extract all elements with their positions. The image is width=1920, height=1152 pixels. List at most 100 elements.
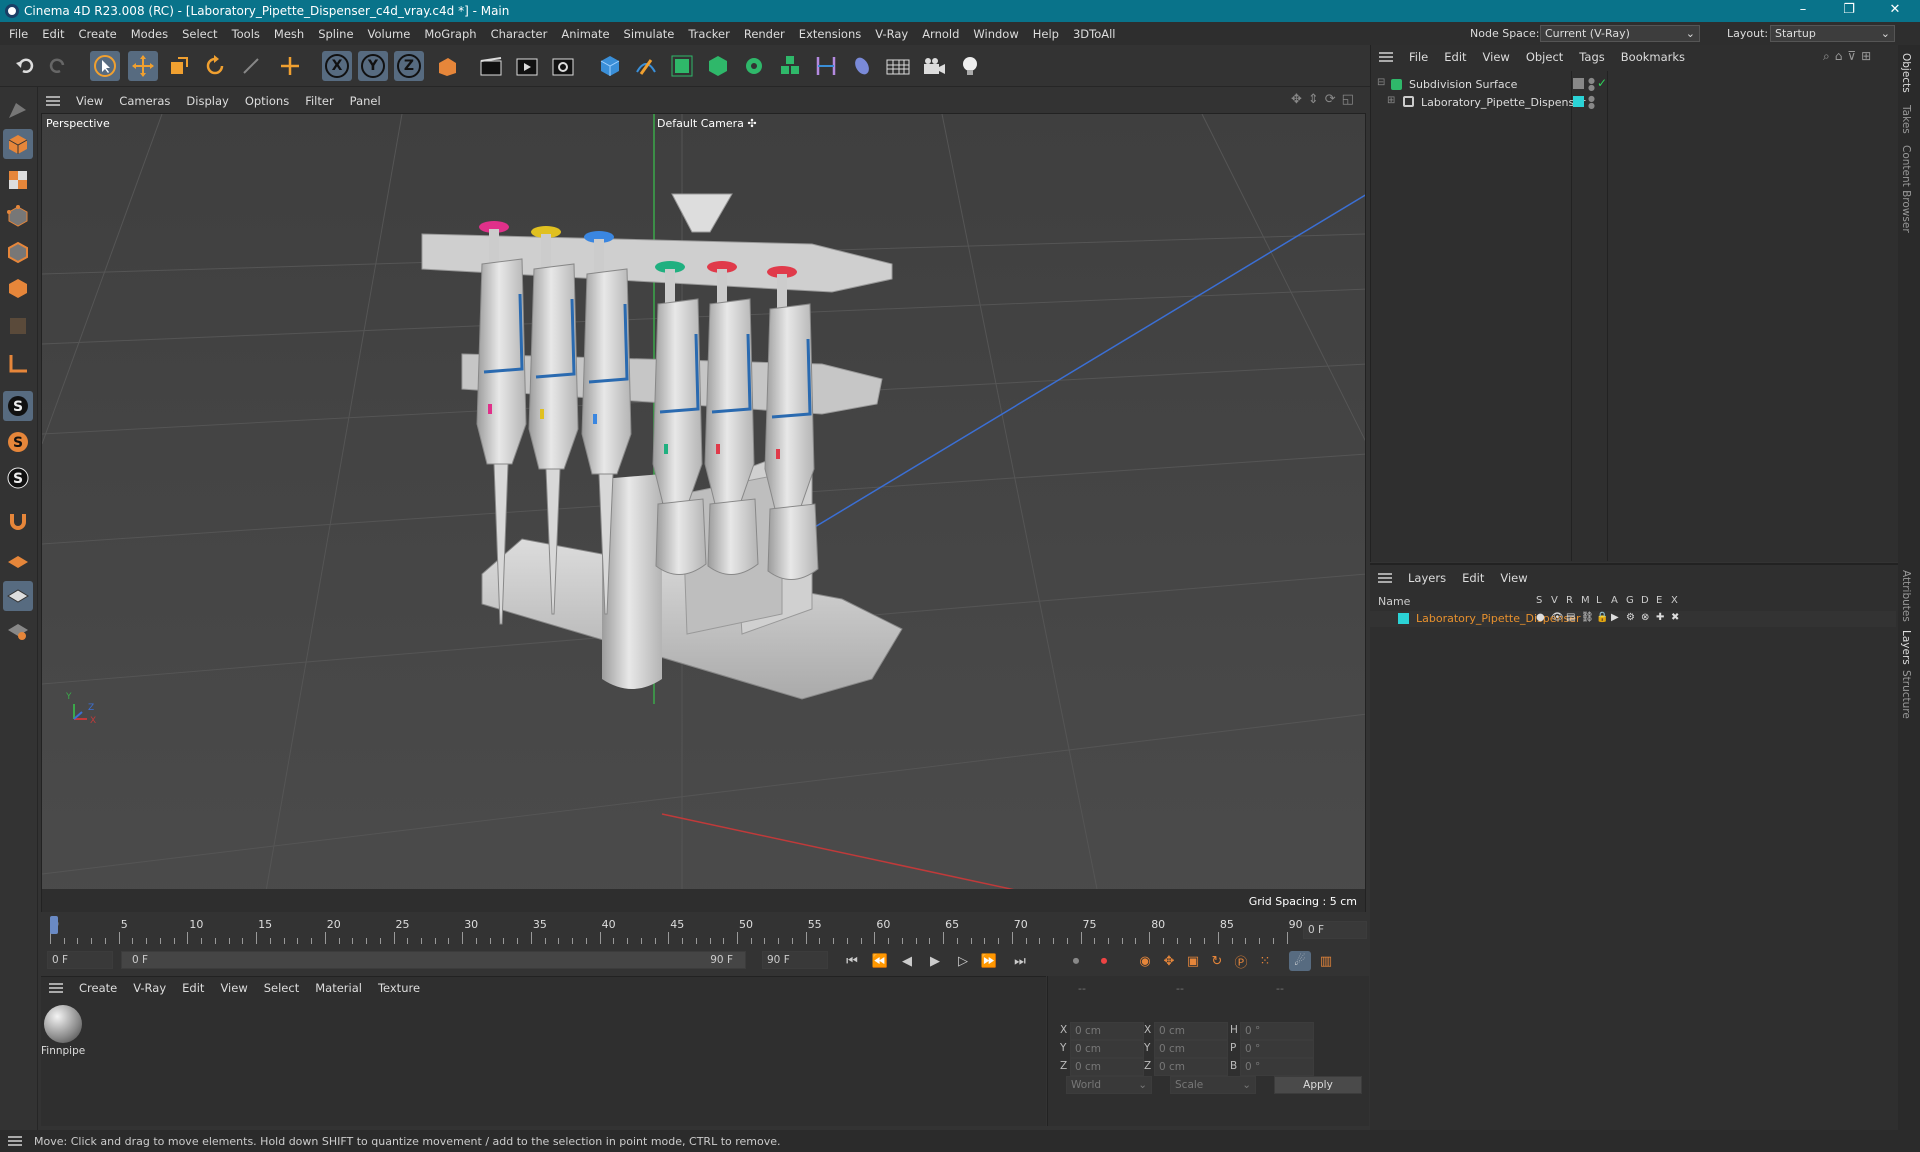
extrude-button[interactable] bbox=[703, 51, 733, 81]
enabled-check-icon[interactable]: ✓ bbox=[1597, 76, 1607, 90]
layer-menu-edit[interactable]: Edit bbox=[1454, 571, 1492, 585]
layer-col-l[interactable]: L bbox=[1596, 595, 1602, 606]
close-button[interactable]: ✕ bbox=[1872, 0, 1918, 22]
cube-button[interactable] bbox=[595, 51, 625, 81]
z-axis-button[interactable]: Z bbox=[394, 51, 424, 81]
material-menu-view[interactable]: View bbox=[212, 981, 255, 995]
hamburger-icon[interactable] bbox=[49, 983, 63, 993]
object-menu-view[interactable]: View bbox=[1475, 50, 1518, 64]
material-menu-create[interactable]: Create bbox=[71, 981, 125, 995]
visibility-dots-icon[interactable]: ● ● bbox=[1588, 77, 1595, 92]
coord-c-field[interactable]: 0 ° bbox=[1240, 1022, 1314, 1040]
move-tool-button[interactable] bbox=[128, 51, 158, 81]
material-menu-select[interactable]: Select bbox=[256, 981, 307, 995]
scale-tool-button[interactable] bbox=[164, 51, 194, 81]
layer-col-x[interactable]: X bbox=[1671, 595, 1678, 606]
menu-animate[interactable]: Animate bbox=[554, 27, 616, 41]
menu-arnold[interactable]: Arnold bbox=[915, 27, 966, 41]
viewport-menu-display[interactable]: Display bbox=[178, 94, 236, 108]
key-parameter-button[interactable]: Ⓟ bbox=[1230, 951, 1252, 971]
hamburger-icon[interactable] bbox=[1378, 573, 1392, 583]
layer-col-d[interactable]: D bbox=[1641, 595, 1649, 606]
tab-layers[interactable]: Layers bbox=[1900, 630, 1912, 665]
menu-mesh[interactable]: Mesh bbox=[267, 27, 311, 41]
layer-toggle-x-icon[interactable]: ✖ bbox=[1671, 612, 1679, 623]
menu-simulate[interactable]: Simulate bbox=[617, 27, 682, 41]
material-menu-v-ray[interactable]: V-Ray bbox=[125, 981, 174, 995]
coord-b-field[interactable]: 0 cm bbox=[1154, 1040, 1228, 1058]
magnet-button[interactable] bbox=[3, 505, 33, 535]
layer-toggle-s-icon[interactable]: ● bbox=[1536, 612, 1545, 623]
tab-objects[interactable]: Objects bbox=[1900, 53, 1912, 93]
workplane-button[interactable] bbox=[3, 349, 33, 379]
key-pla-button[interactable]: ⁙ bbox=[1254, 951, 1276, 971]
coord-b-field[interactable]: 0 cm bbox=[1154, 1058, 1228, 1076]
object-search-icons[interactable]: ⌕⌂⊽⊞ bbox=[1823, 49, 1876, 64]
layer-toggle-m-icon[interactable]: ⛓ bbox=[1581, 612, 1594, 623]
layer-col-e[interactable]: E bbox=[1656, 595, 1662, 606]
edit-toggle-icon[interactable] bbox=[1573, 78, 1584, 89]
rotate-tool-button[interactable] bbox=[200, 51, 230, 81]
layer-col-r[interactable]: R bbox=[1566, 595, 1573, 606]
menu-select[interactable]: Select bbox=[175, 27, 224, 41]
menu-spline[interactable]: Spline bbox=[311, 27, 360, 41]
recent-tool-button[interactable] bbox=[236, 51, 266, 81]
y-axis-button[interactable]: Y bbox=[358, 51, 388, 81]
object-row-pipette[interactable]: ⊞ Laboratory_Pipette_Dispenser ● ● bbox=[1371, 95, 1897, 111]
lock-workplane-button[interactable] bbox=[3, 581, 33, 611]
playhead[interactable] bbox=[50, 916, 58, 934]
key-rotation-button[interactable]: ↻ bbox=[1206, 951, 1228, 971]
x-axis-button[interactable]: X bbox=[322, 51, 352, 81]
menu-tools[interactable]: Tools bbox=[225, 27, 267, 41]
hamburger-icon[interactable] bbox=[46, 95, 60, 106]
menu-file[interactable]: File bbox=[2, 27, 35, 41]
menu-volume[interactable]: Volume bbox=[361, 27, 418, 41]
expand-icon[interactable]: ⊞ bbox=[1387, 95, 1395, 106]
render-button[interactable] bbox=[512, 51, 542, 81]
layer-toggle-a-icon[interactable]: ▶ bbox=[1611, 612, 1619, 623]
expand-icon[interactable]: ⊟ bbox=[1377, 77, 1385, 88]
viewport-menu-panel[interactable]: Panel bbox=[342, 94, 389, 108]
apply-button[interactable]: Apply bbox=[1274, 1076, 1362, 1094]
material-menu-texture[interactable]: Texture bbox=[370, 981, 428, 995]
select-tool-button[interactable] bbox=[90, 51, 120, 81]
key-position-button[interactable]: ✥ bbox=[1158, 951, 1180, 971]
add-tool-button[interactable] bbox=[275, 51, 305, 81]
object-menu-file[interactable]: File bbox=[1401, 50, 1436, 64]
layer-menu-view[interactable]: View bbox=[1492, 571, 1535, 585]
viewport-nav-icons[interactable]: ✥⇕⟳◱ bbox=[1291, 92, 1360, 107]
go-to-start-button[interactable]: ⏮ bbox=[841, 951, 863, 971]
uv-mode-button[interactable] bbox=[3, 311, 33, 341]
viewport-menu-options[interactable]: Options bbox=[237, 94, 297, 108]
next-key-button[interactable]: ⏩ bbox=[978, 951, 1000, 971]
snap-button[interactable]: S bbox=[3, 391, 33, 421]
object-menu-bookmarks[interactable]: Bookmarks bbox=[1613, 50, 1693, 64]
next-frame-button[interactable]: ▷ bbox=[952, 951, 974, 971]
layer-toggle-e-icon[interactable]: ✚ bbox=[1656, 612, 1664, 623]
timeline-window-button[interactable]: ▥ bbox=[1315, 951, 1337, 971]
layer-toggle-l-icon[interactable]: 🔒 bbox=[1596, 612, 1608, 623]
timeline-ruler[interactable]: 051015202530354045505560657075808590 0 F bbox=[41, 912, 1368, 950]
maximize-button[interactable]: ❐ bbox=[1826, 0, 1872, 22]
tab-content-browser[interactable]: Content Browser bbox=[1900, 145, 1912, 233]
make-editable-button[interactable] bbox=[3, 95, 33, 125]
undo-button[interactable] bbox=[10, 51, 40, 81]
material-menu-material[interactable]: Material bbox=[307, 981, 370, 995]
current-frame-field[interactable]: 0 F bbox=[1303, 921, 1367, 939]
node-space-select[interactable]: Current (V-Ray) ⌄ bbox=[1540, 25, 1700, 42]
tab-structure[interactable]: Structure bbox=[1900, 670, 1912, 719]
menu-3dtoall[interactable]: 3DToAll bbox=[1066, 27, 1123, 41]
coordinate-system-button[interactable] bbox=[432, 51, 462, 81]
mograph-button[interactable] bbox=[775, 51, 805, 81]
subdivision-button[interactable] bbox=[667, 51, 697, 81]
material-item[interactable]: Finnpipe bbox=[41, 1005, 85, 1065]
go-to-end-button[interactable]: ⏭ bbox=[1009, 951, 1031, 971]
polygon-mode-button[interactable] bbox=[3, 273, 33, 303]
camera-button[interactable] bbox=[919, 51, 949, 81]
menu-render[interactable]: Render bbox=[737, 27, 792, 41]
layer-toggle-d-icon[interactable]: ⊗ bbox=[1641, 612, 1649, 623]
floor-button[interactable] bbox=[883, 51, 913, 81]
coord-a-field[interactable]: 0 cm bbox=[1070, 1040, 1144, 1058]
menu-mograph[interactable]: MoGraph bbox=[417, 27, 483, 41]
snap-mode-button[interactable]: S bbox=[3, 463, 33, 493]
